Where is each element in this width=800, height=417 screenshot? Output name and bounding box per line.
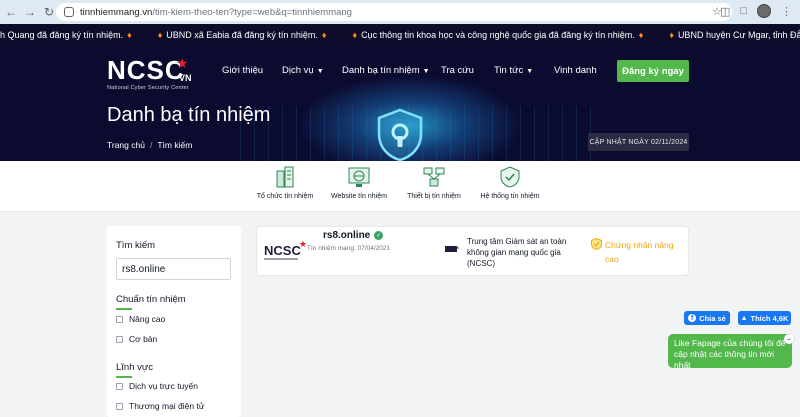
checkbox-icon[interactable] xyxy=(116,402,123,410)
nav-item-dich-vu[interactable]: Dịch vụ ▼ xyxy=(282,65,324,76)
verified-check-icon: ✓ xyxy=(374,231,384,240)
checkbox-co-ban[interactable]: Cơ bản xyxy=(116,334,157,344)
heading-underline xyxy=(116,308,132,310)
ticker-item[interactable]: ♦ UBND xã Eabia đã đăng ký tín nhiệm. ♦ xyxy=(158,30,327,40)
chevron-down-icon: ▼ xyxy=(316,68,324,75)
register-button[interactable]: Đăng ký ngay xyxy=(617,60,689,82)
facebook-icon: f xyxy=(688,314,697,322)
checkbox-icon[interactable] xyxy=(116,335,123,343)
nav-item-tra-cuu[interactable]: Tra cứu xyxy=(441,65,474,76)
news-ticker: h Quang đã đăng ký tín nhiệm. ♦ ♦ UBND xã … xyxy=(0,24,800,46)
chevron-down-icon: ▼ xyxy=(422,68,430,75)
ticker-item[interactable]: ♦ Cục thông tin khoa học và công nghệ quố… xyxy=(352,30,643,40)
browser-toolbar: ← → ↻ tinnhiemmang.vn/tim-kiem-theo-ten?… xyxy=(0,0,800,24)
flame-icon: ♦ xyxy=(157,30,163,40)
result-date: Tín nhiệm mạng: 07/04/2021 xyxy=(307,245,391,252)
thumbs-up-icon: ▲ xyxy=(740,314,748,322)
certification-label: Chứng nhận nâng cao xyxy=(591,238,683,266)
field-heading: Lĩnh vực xyxy=(116,362,153,373)
breadcrumb-home[interactable]: Trang chủ xyxy=(107,140,145,150)
url-path: /tim-kiem-theo-ten?type=web&q=tinnhiemma… xyxy=(152,6,352,18)
nav-item-gioi-thieu[interactable]: Giới thiệu xyxy=(222,65,263,76)
url-domain: tinnhiemmang.vn xyxy=(80,6,153,18)
flame-icon: ♦ xyxy=(127,30,132,40)
close-icon[interactable]: – xyxy=(784,334,794,344)
ticker-item[interactable]: ♦UBND huyện Cư Mgar, tỉnh Đắk Lắk đã đ xyxy=(669,30,800,40)
checkbox-nang-cao[interactable]: Nâng cao xyxy=(116,314,165,324)
checkbox-icon[interactable] xyxy=(116,315,123,323)
flame-icon: ♦ xyxy=(321,30,327,40)
flame-icon: ♦ xyxy=(638,30,644,40)
result-logo-text: NCSC xyxy=(264,243,301,258)
back-icon[interactable]: ← xyxy=(3,4,19,20)
update-date-badge: CẬP NHẬT NGÀY 02/11/2024 xyxy=(588,133,689,151)
breadcrumb-current: Tìm kiếm xyxy=(157,140,193,150)
checkbox-icon[interactable] xyxy=(116,382,123,390)
chevron-down-icon: ▼ xyxy=(526,68,534,75)
svg-text:★: ★ xyxy=(456,245,459,250)
reload-icon[interactable]: ↻ xyxy=(41,4,57,20)
profile-avatar[interactable] xyxy=(757,4,771,18)
facebook-like-button[interactable]: ▲ Thích 4,6K xyxy=(738,311,791,325)
category-bar: Tổ chức tín nhiệm Website tín nhiệm Thiế… xyxy=(0,161,800,211)
cert-shield-icon xyxy=(591,238,602,250)
address-bar[interactable]: tinnhiemmang.vn/tim-kiem-theo-ten?type=w… xyxy=(56,3,732,21)
nav-item-vinh-danh[interactable]: Vinh danh xyxy=(554,65,597,76)
result-ncsc-logo: NCSC ★ xyxy=(264,239,307,260)
breadcrumb: Trang chủ / Tìm kiếm xyxy=(107,140,193,150)
fanpage-popup[interactable]: Like Fapage của chúng tôi để cập nhật cá… xyxy=(668,334,792,370)
shield-lock-icon xyxy=(377,108,423,161)
devices-icon xyxy=(423,167,445,187)
standard-heading: Chuẩn tín nhiệm xyxy=(116,294,186,305)
svg-text:★: ★ xyxy=(299,239,307,249)
facebook-share-button[interactable]: f Chia sẻ xyxy=(684,311,730,325)
forward-icon[interactable]: → xyxy=(22,4,38,20)
website-globe-icon xyxy=(348,167,370,187)
category-he-thong[interactable]: Hệ thống tín nhiệm xyxy=(465,165,555,200)
ncsc-logo[interactable]: NCSC ★ VN National Cyber Security Center xyxy=(107,55,203,93)
heading-underline xyxy=(116,376,132,378)
ticker-item[interactable]: h Quang đã đăng ký tín nhiệm. ♦ xyxy=(0,30,132,40)
nav-item-tin-tuc[interactable]: Tin tức ▼ xyxy=(494,65,533,76)
building-icon xyxy=(276,166,294,188)
search-sidebar: Tìm kiếm rs8.online Chuẩn tín nhiệm Nâng… xyxy=(107,226,241,417)
nav-item-danh-ba[interactable]: Danh bạ tín nhiệm ▼ xyxy=(342,65,430,76)
more-menu-icon[interactable]: ⋮ xyxy=(781,5,792,18)
checkbox-thuong-mai-dien-tu[interactable]: Thương mại điện tử xyxy=(116,401,205,411)
flame-icon: ♦ xyxy=(669,30,674,40)
checkbox-dich-vu-truc-tuyen[interactable]: Dịch vụ trực tuyến xyxy=(116,381,198,391)
system-shield-icon xyxy=(500,166,520,188)
extensions-icon[interactable]: ◫ xyxy=(720,5,730,18)
result-card[interactable]: NCSC ★ rs8.online ✓ Tín nhiệm mạng: 07/04… xyxy=(256,226,689,276)
result-organization: Trung tâm Giám sát an toàn không gian mạ… xyxy=(467,237,567,268)
page-title: Danh bạ tín nhiệm xyxy=(107,104,271,126)
sidepanel-icon[interactable]: □ xyxy=(740,5,747,17)
flame-icon: ♦ xyxy=(352,30,358,40)
result-name[interactable]: rs8.online xyxy=(323,230,370,241)
search-label: Tìm kiếm xyxy=(116,240,156,251)
site-info-icon[interactable] xyxy=(64,7,74,17)
logo-star-icon: ★ xyxy=(176,55,189,71)
org-logo-icon: ★ xyxy=(445,245,459,252)
search-input[interactable]: rs8.online xyxy=(116,258,231,280)
